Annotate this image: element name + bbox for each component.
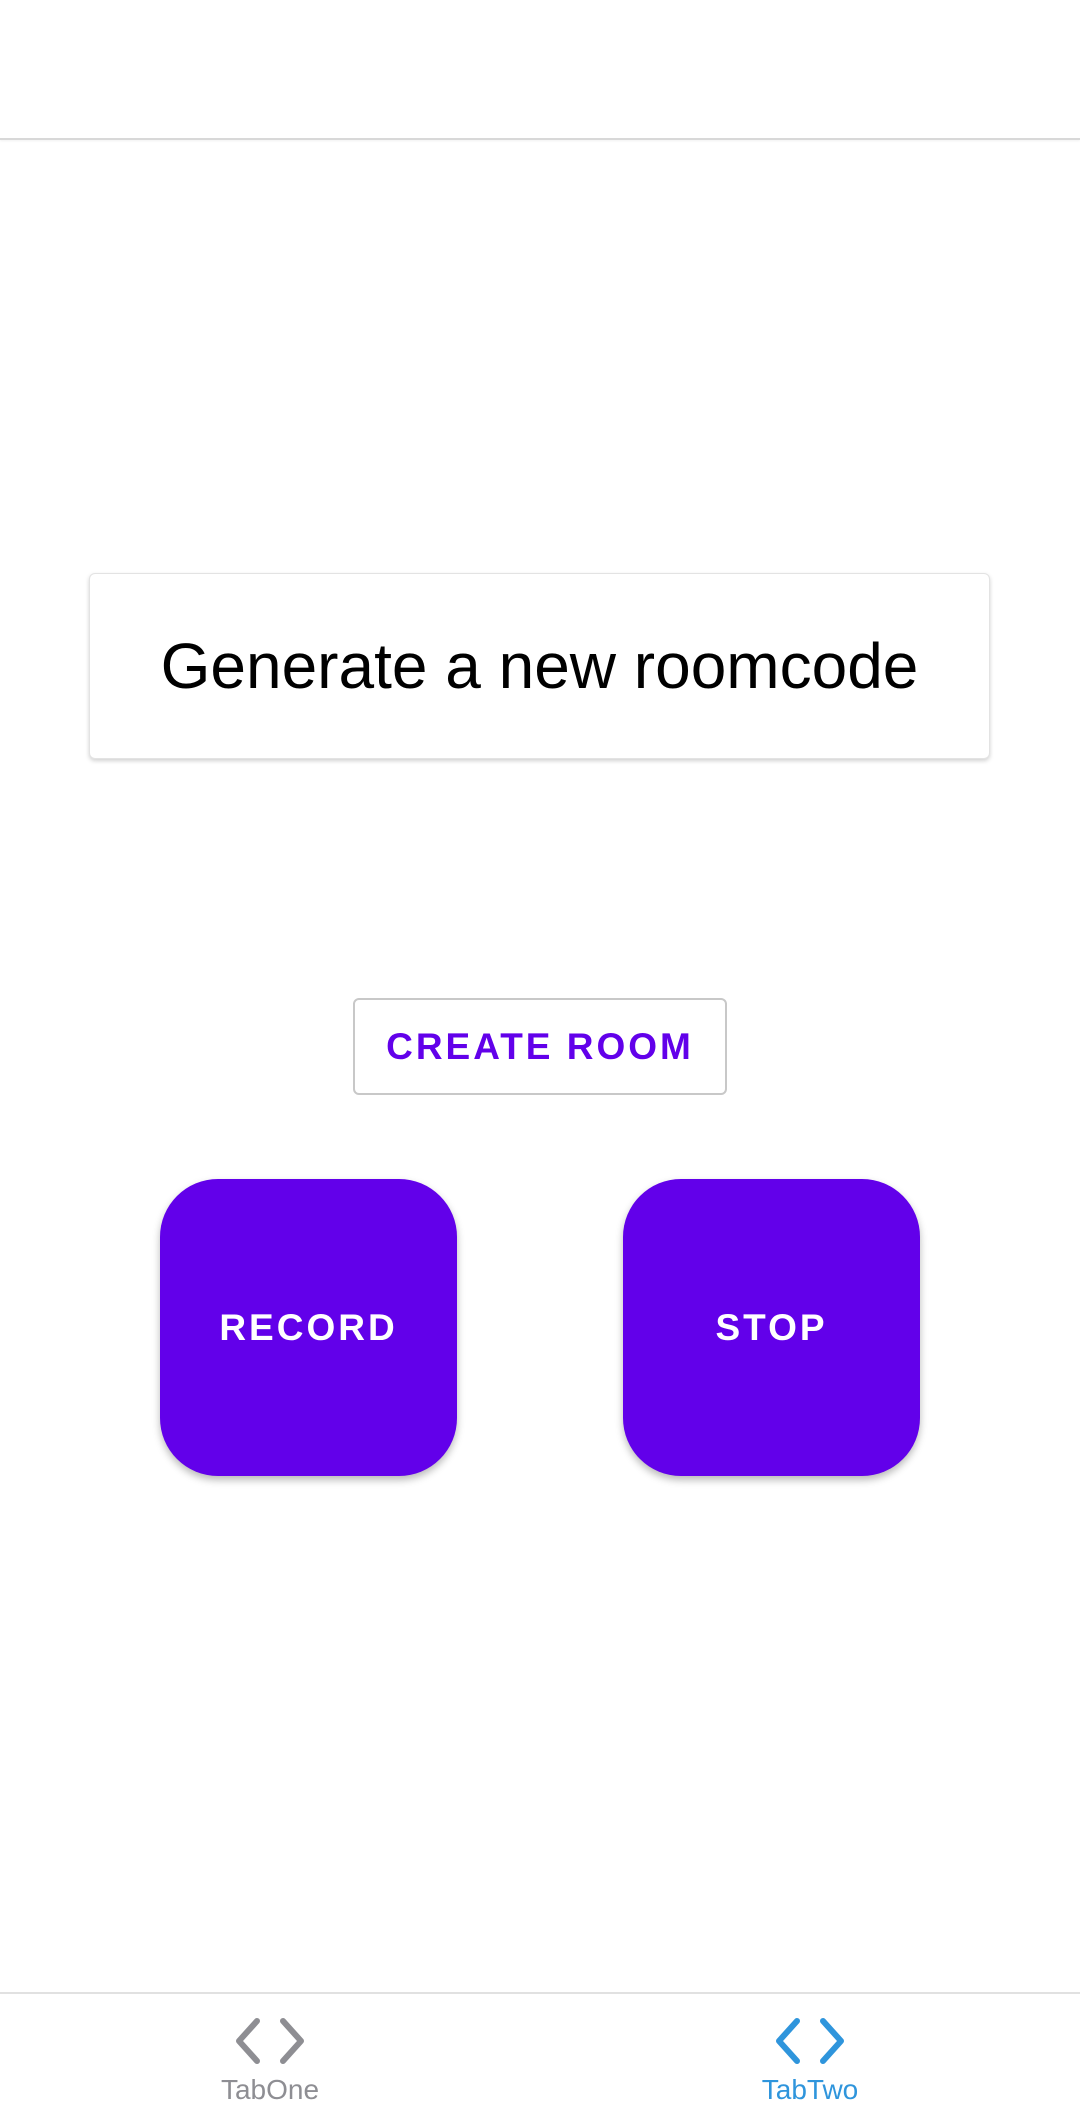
roomcode-display: Generate a new roomcode xyxy=(89,573,990,759)
tab-tabtwo[interactable]: TabTwo xyxy=(540,1994,1080,2110)
create-room-label: CREATE ROOM xyxy=(386,1025,694,1067)
code-icon xyxy=(540,2016,1080,2066)
record-label: RECORD xyxy=(219,1306,398,1348)
tab-label: TabTwo xyxy=(761,2074,859,2105)
stop-label: STOP xyxy=(715,1306,828,1348)
create-room-button[interactable]: CREATE ROOM xyxy=(353,998,727,1095)
stop-button[interactable]: STOP xyxy=(623,1179,920,1476)
roomcode-text: Generate a new roomcode xyxy=(160,630,919,702)
tab-label: TabOne xyxy=(220,2074,320,2105)
code-icon xyxy=(0,2016,540,2066)
app-header xyxy=(0,0,1080,140)
bottom-tab-bar: TabOne TabTwo xyxy=(0,1992,1080,2108)
tab-tabone[interactable]: TabOne xyxy=(0,1994,540,2110)
record-button[interactable]: RECORD xyxy=(160,1179,457,1476)
